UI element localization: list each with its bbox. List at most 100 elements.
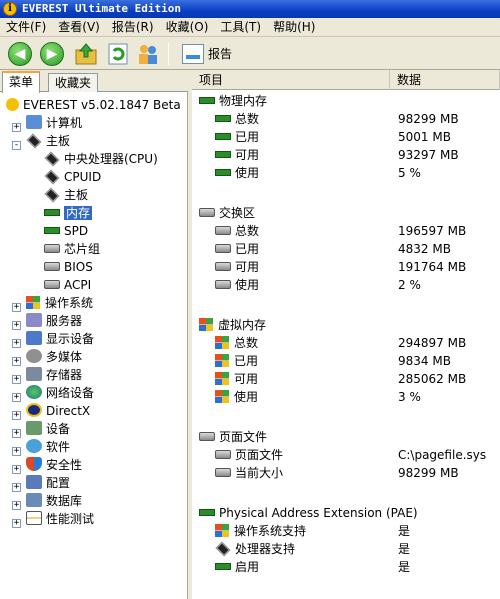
menu-favorites[interactable]: 收藏(O) (160, 18, 215, 37)
table-row[interactable]: 已用 4832 MB (192, 240, 500, 258)
section-header[interactable]: Physical Address Extension (PAE) (192, 504, 500, 522)
swap-icon (215, 450, 231, 459)
expand-icon[interactable]: + (12, 303, 21, 312)
forward-arrow-icon[interactable]: ▶ (40, 42, 64, 66)
column-item[interactable]: 项目 (192, 70, 390, 90)
cpuid-icon (44, 169, 60, 185)
tree-item-software[interactable]: 软件 (26, 438, 70, 456)
directx-icon (26, 403, 42, 417)
section-header[interactable]: 页面文件 (192, 428, 500, 446)
tree-item-server[interactable]: 服务器 (26, 312, 82, 330)
tree-item-display[interactable]: 显示设备 (26, 330, 94, 348)
tree-item-directx[interactable]: DirectX (26, 402, 90, 420)
memory-icon (215, 133, 231, 140)
database-icon (26, 493, 42, 507)
expand-icon[interactable]: + (12, 123, 21, 132)
expand-icon[interactable]: + (12, 447, 21, 456)
swap-icon (215, 280, 231, 289)
tree-item-computer[interactable]: 计算机 (26, 114, 82, 132)
tree-item-multimedia[interactable]: 多媒体 (26, 348, 82, 366)
table-row[interactable]: 当前大小 98299 MB (192, 464, 500, 482)
tree-item-motherboard[interactable]: 主板 (26, 132, 70, 150)
section-header[interactable]: 交换区 (192, 204, 500, 222)
table-row[interactable]: 总数 196597 MB (192, 222, 500, 240)
expand-icon[interactable]: + (12, 465, 21, 474)
expand-icon[interactable]: + (12, 393, 21, 402)
menu-report[interactable]: 报告(R) (106, 18, 160, 37)
tree-item-network[interactable]: 网络设备 (26, 384, 94, 402)
storage-icon (26, 367, 42, 381)
tab-menu[interactable]: 菜单 (2, 71, 41, 93)
refresh-icon[interactable] (106, 42, 130, 66)
table-row[interactable]: 使用 3 % (192, 388, 500, 406)
software-icon (26, 439, 42, 453)
table-row[interactable]: 总数 98299 MB (192, 110, 500, 128)
navigation-panel: 菜单 收藏夹 EVEREST v5.02.1847 Beta + 计算机 - 主… (0, 70, 188, 599)
tree-item-cpu[interactable]: 中央处理器(CPU) (44, 150, 158, 168)
tree-item-storage[interactable]: 存储器 (26, 366, 82, 384)
users-icon[interactable] (136, 42, 160, 66)
expand-icon[interactable]: + (12, 411, 21, 420)
table-row[interactable]: 使用 5 % (192, 164, 500, 182)
expand-icon[interactable]: + (12, 339, 21, 348)
shield-icon (26, 457, 42, 471)
menu-view[interactable]: 查看(V) (52, 18, 106, 37)
table-row[interactable]: 使用 2 % (192, 276, 500, 294)
table-row[interactable]: 可用 93297 MB (192, 146, 500, 164)
tab-favorites[interactable]: 收藏夹 (48, 73, 99, 92)
tree-item-config[interactable]: 配置 (26, 474, 70, 492)
tree-item-os[interactable]: 操作系统 (26, 294, 93, 312)
tree-root[interactable]: EVEREST v5.02.1847 Beta (6, 96, 181, 114)
memory-icon (199, 509, 215, 516)
tree-item-chipset[interactable]: 芯片组 (44, 240, 100, 258)
collapse-icon[interactable]: - (12, 141, 21, 150)
windows-icon (199, 318, 213, 331)
expand-icon[interactable]: + (12, 357, 21, 366)
expand-icon[interactable]: + (12, 519, 21, 528)
column-value[interactable]: 数据 (390, 70, 500, 90)
menu-file[interactable]: 文件(F) (0, 18, 52, 37)
tree-item-benchmark[interactable]: 性能测试 (26, 510, 94, 528)
expand-icon[interactable]: + (12, 483, 21, 492)
tree-item-mainboard[interactable]: 主板 (44, 186, 88, 204)
expand-icon[interactable]: + (12, 321, 21, 330)
section-header[interactable]: 虚拟内存 (192, 316, 500, 334)
section-header[interactable]: 物理内存 (192, 92, 500, 110)
table-row[interactable]: 已用 5001 MB (192, 128, 500, 146)
tree-item-cpuid[interactable]: CPUID (44, 168, 101, 186)
details-panel: 项目 数据 物理内存 总数 98299 MB 已用 5001 MB 可用 93297 … (192, 70, 500, 599)
panel-tabs: 菜单 收藏夹 (0, 70, 188, 93)
hourglass-icon (26, 511, 42, 525)
server-icon (26, 313, 42, 327)
expand-icon[interactable]: + (12, 375, 21, 384)
report-button[interactable]: 报告 (182, 43, 232, 65)
table-row[interactable]: 操作系统支持是 (192, 522, 500, 540)
swap-icon (215, 262, 231, 271)
table-row[interactable]: 可用 191764 MB (192, 258, 500, 276)
table-row[interactable]: 可用 285062 MB (192, 370, 500, 388)
tree-item-bios[interactable]: BIOS (44, 258, 93, 276)
table-row[interactable]: 已用 9834 MB (192, 352, 500, 370)
display-icon (26, 331, 42, 345)
menu-tools[interactable]: 工具(T) (214, 18, 267, 37)
table-row[interactable]: 总数 294897 MB (192, 334, 500, 352)
tree-item-security[interactable]: 安全性 (26, 456, 82, 474)
table-row[interactable]: 页面文件 C:\pagefile.sys (192, 446, 500, 464)
tree-item-devices[interactable]: 设备 (26, 420, 70, 438)
tree-item-database[interactable]: 数据库 (26, 492, 82, 510)
menu-help[interactable]: 帮助(H) (267, 18, 321, 37)
table-row[interactable]: 启用是 (192, 558, 500, 576)
up-folder-icon[interactable] (74, 42, 98, 66)
swap-icon (215, 226, 231, 235)
expand-icon[interactable]: + (12, 501, 21, 510)
windows-icon (215, 336, 229, 349)
tree-item-spd[interactable]: SPD (44, 222, 88, 240)
tree-item-acpi[interactable]: ACPI (44, 276, 91, 294)
tree-item-memory[interactable]: 内存 (44, 204, 93, 222)
table-row[interactable]: 处理器支持是 (192, 540, 500, 558)
windows-icon (26, 296, 40, 309)
swap-icon (199, 432, 215, 441)
chipset-icon (44, 244, 60, 253)
back-arrow-icon[interactable]: ◀ (8, 42, 32, 66)
expand-icon[interactable]: + (12, 429, 21, 438)
